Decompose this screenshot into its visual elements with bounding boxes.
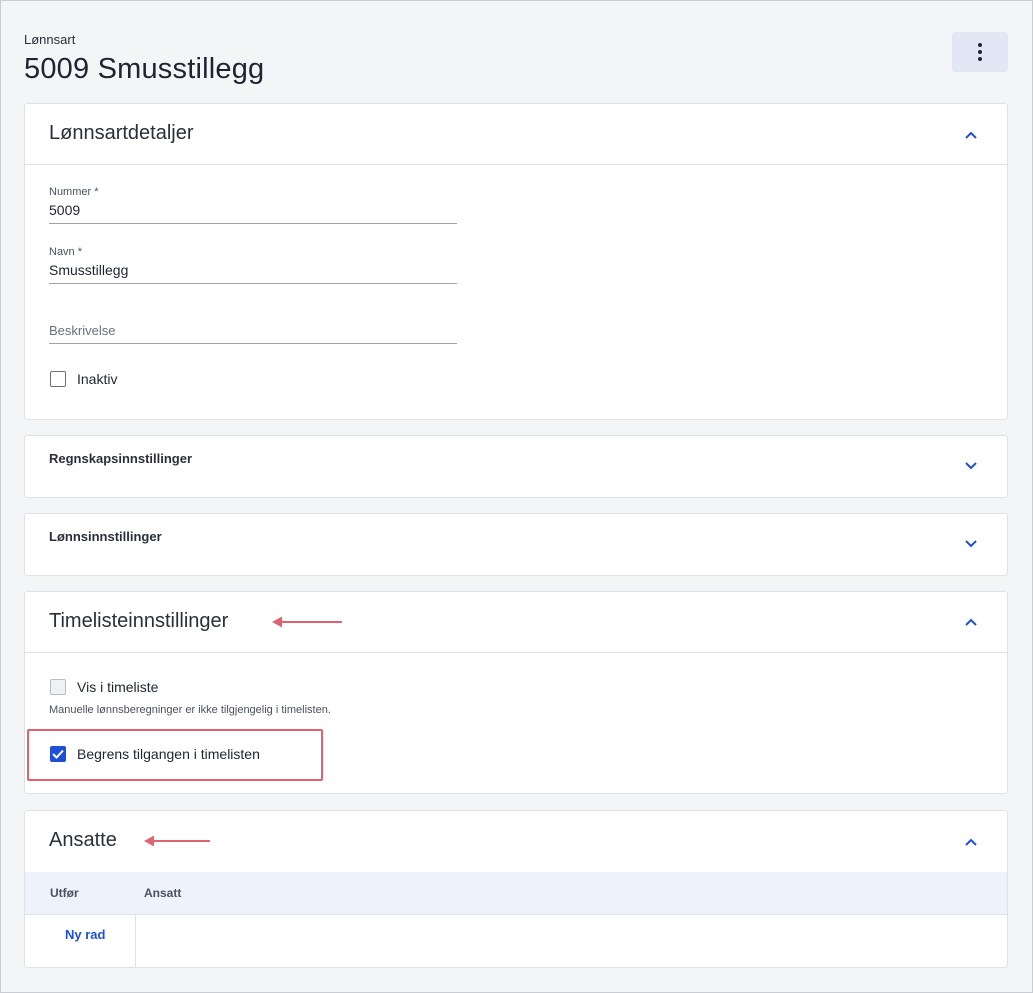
navn-field[interactable]: Navn * Smusstillegg bbox=[49, 246, 457, 284]
chevron-up-icon[interactable] bbox=[964, 128, 978, 142]
chevron-down-icon[interactable] bbox=[964, 536, 978, 550]
page-subtitle: Lønnsart bbox=[24, 32, 76, 47]
kebab-icon bbox=[978, 43, 982, 61]
inaktiv-checkbox[interactable] bbox=[50, 371, 66, 387]
column-divider bbox=[135, 915, 136, 967]
details-card: Lønnsartdetaljer Nummer * 5009 Navn * Sm… bbox=[24, 103, 1008, 420]
nummer-value[interactable]: 5009 bbox=[49, 202, 457, 223]
new-row-link[interactable]: Ny rad bbox=[65, 927, 105, 942]
more-options-button[interactable] bbox=[952, 32, 1008, 72]
nummer-field[interactable]: Nummer * 5009 bbox=[49, 186, 457, 224]
beskrivelse-field[interactable]: Beskrivelse bbox=[49, 323, 457, 344]
column-header-ansatt[interactable]: Ansatt bbox=[144, 886, 181, 900]
chevron-up-icon[interactable] bbox=[964, 615, 978, 629]
nummer-label: Nummer * bbox=[49, 186, 99, 198]
timesheet-title: Timelisteinnstillinger bbox=[49, 610, 229, 632]
annotation-arrow-icon bbox=[144, 835, 210, 847]
accounting-title: Regnskapsinnstillinger bbox=[49, 451, 193, 466]
employees-title: Ansatte bbox=[49, 829, 117, 851]
salary-title: Lønnsinnstillinger bbox=[49, 529, 162, 544]
column-header-utfor[interactable]: Utfør bbox=[50, 886, 79, 900]
details-header[interactable]: Lønnsartdetaljer bbox=[25, 104, 1007, 165]
navn-value[interactable]: Smusstillegg bbox=[49, 262, 457, 283]
details-title: Lønnsartdetaljer bbox=[49, 122, 194, 144]
employees-table-header: Utfør Ansatt bbox=[25, 872, 1007, 915]
beskrivelse-placeholder[interactable]: Beskrivelse bbox=[49, 323, 457, 343]
accounting-card[interactable]: Regnskapsinnstillinger bbox=[24, 435, 1008, 498]
vis-i-timeliste-label[interactable]: Vis i timeliste bbox=[77, 679, 158, 695]
vis-i-timeliste-checkbox[interactable] bbox=[50, 679, 66, 695]
inaktiv-label[interactable]: Inaktiv bbox=[77, 371, 117, 387]
chevron-up-icon[interactable] bbox=[964, 835, 978, 849]
annotation-arrow-icon bbox=[272, 616, 342, 628]
navn-label: Navn * bbox=[49, 246, 83, 258]
page-title: 5009 Smusstillegg bbox=[24, 53, 265, 85]
vis-helper-text: Manuelle lønnsberegninger er ikke tilgje… bbox=[49, 704, 331, 716]
salary-card[interactable]: Lønnsinnstillinger bbox=[24, 513, 1008, 576]
timesheet-header[interactable]: Timelisteinnstillinger bbox=[25, 592, 1007, 653]
annotation-highlight-box bbox=[27, 729, 323, 781]
page-frame: Lønnsart 5009 Smusstillegg Lønnsartdetal… bbox=[0, 0, 1033, 993]
chevron-down-icon[interactable] bbox=[964, 458, 978, 472]
